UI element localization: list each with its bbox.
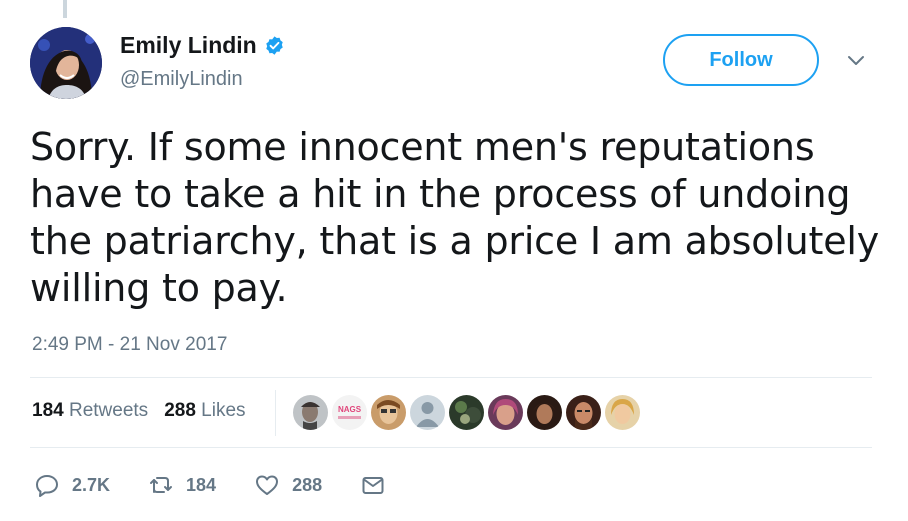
author-name[interactable]: Emily Lindin <box>120 32 257 59</box>
retweets-label: Retweets <box>68 400 149 421</box>
likes-count: 288 <box>164 400 196 421</box>
retweet-action[interactable]: 184 <box>148 472 216 498</box>
likes-stat[interactable]: 288 Likes <box>164 400 245 422</box>
tweet-text: Sorry. If some innocent men's reputation… <box>30 125 880 310</box>
liker-avatar[interactable] <box>371 395 406 430</box>
divider-bottom <box>30 447 872 448</box>
retweets-count: 184 <box>32 400 64 421</box>
retweet-icon <box>150 477 173 493</box>
likes-label: Likes <box>201 400 246 421</box>
retweets-stat[interactable]: 184 Retweets <box>32 400 148 422</box>
stats-separator <box>275 390 276 436</box>
liker-avatar[interactable] <box>566 395 601 430</box>
liker-avatar[interactable] <box>410 395 445 430</box>
tweet-actions: 2.7K 184 288 <box>34 472 424 498</box>
liker-avatar[interactable]: NAGS <box>332 395 367 430</box>
like-action[interactable]: 288 <box>254 472 322 498</box>
author-name-row[interactable]: Emily Lindin <box>120 32 285 59</box>
reply-icon <box>36 475 58 497</box>
liker-avatar[interactable] <box>449 395 484 430</box>
author-avatar[interactable] <box>30 27 102 99</box>
reply-count: 2.7K <box>72 474 111 495</box>
liker-badge-text: NAGS <box>338 405 362 414</box>
tweet-timestamp[interactable]: 2:49 PM - 21 Nov 2017 <box>32 334 227 356</box>
thread-connector-line <box>63 0 67 18</box>
divider-top <box>30 377 872 378</box>
like-count: 288 <box>292 474 323 495</box>
heart-icon <box>256 475 279 495</box>
liker-avatar[interactable] <box>293 395 328 430</box>
verified-badge-icon <box>266 36 283 55</box>
reply-action[interactable]: 2.7K <box>34 472 110 498</box>
author-handle[interactable]: @EmilyLindin <box>120 68 243 91</box>
liker-avatar[interactable] <box>527 395 562 430</box>
liker-avatars: NAGS <box>293 395 640 430</box>
retweet-count: 184 <box>186 474 217 495</box>
liker-avatar[interactable] <box>605 395 640 430</box>
follow-button[interactable]: Follow <box>663 34 819 86</box>
envelope-icon <box>362 477 384 494</box>
chevron-down-icon[interactable] <box>846 54 866 68</box>
engagement-stats: 184 Retweets 288 Likes <box>32 400 246 422</box>
avatar-image <box>30 27 102 99</box>
direct-message-action[interactable] <box>360 472 386 498</box>
liker-avatar[interactable] <box>488 395 523 430</box>
